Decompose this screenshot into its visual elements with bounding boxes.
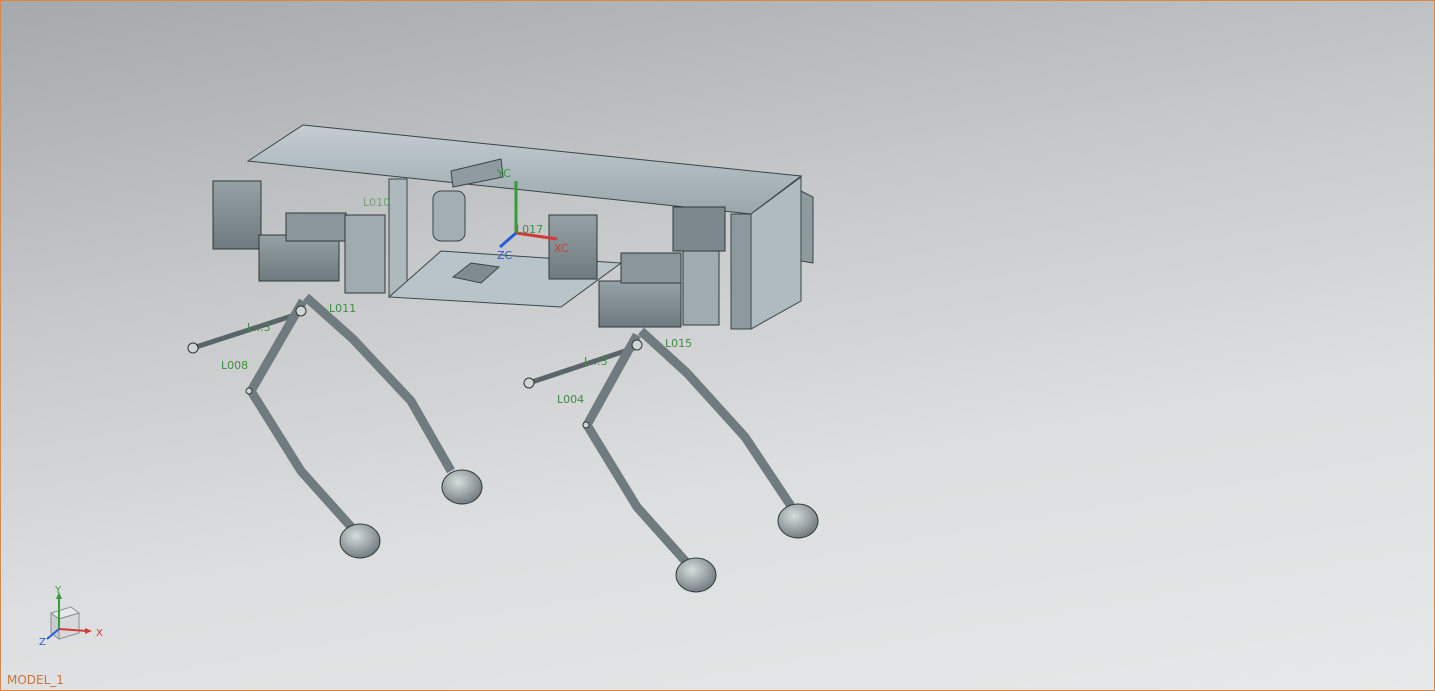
graphics-window[interactable]: YC XC ZC L017 L011 L008 L015 L004 L...3 … [0,0,1435,691]
component-label-rear-lower: L004 [557,393,584,406]
component-label-origin: L017 [516,223,543,236]
wcs-x-label: XC [554,242,569,255]
view-cube-icon [49,606,81,640]
component-label-front-mid: L...3 [247,321,271,334]
triad-y-label: Y [54,585,62,596]
component-label-front-upper: L011 [329,302,356,315]
wcs-z-label: ZC [497,249,513,262]
component-label-rear-upper: L015 [665,337,692,350]
view-triad[interactable]: Y X Z [35,583,115,653]
front-leg-assembly[interactable] [187,293,483,559]
model-name-label: MODEL_1 [7,673,64,687]
robot-model-scene[interactable]: YC XC ZC L017 L011 L008 L015 L004 L...3 … [1,1,1434,690]
component-label-front-lower: L008 [221,359,248,372]
component-label-rear-mid: L...3 [584,355,608,368]
component-label-hidden: L010 [363,196,390,209]
wcs-y-label: YC [496,167,511,180]
triad-z-label: Z [39,637,46,648]
triad-x-label: X [96,628,103,639]
rear-leg-assembly[interactable] [523,327,819,593]
